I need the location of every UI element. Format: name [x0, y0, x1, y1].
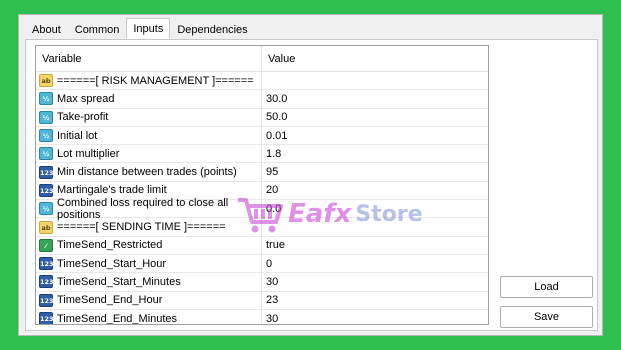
column-header-value[interactable]: Value [262, 46, 488, 71]
integer-icon: 123 [39, 183, 54, 197]
table-row[interactable]: 123 TimeSend_Start_Minutes 30 [36, 273, 488, 292]
integer-icon: 123 [39, 293, 54, 307]
integer-icon: 123 [39, 275, 54, 289]
variable-cell: ⁄ TimeSend_Restricted [36, 236, 262, 254]
value-cell[interactable]: 1.8 [262, 145, 488, 162]
variable-name: TimeSend_Start_Minutes [57, 275, 181, 288]
value-cell[interactable]: 23 [262, 292, 488, 309]
tab-about[interactable]: About [25, 20, 68, 39]
variable-cell: ½ Combined loss required to close all pos… [36, 197, 262, 221]
table-row[interactable]: 123 Min distance between trades (points) 9… [36, 163, 488, 182]
variable-cell: 123 TimeSend_Start_Hour [36, 254, 262, 273]
value-cell[interactable]: 50.0 [262, 109, 488, 126]
inputs-panel: Variable Value ab ======[ RISK MANAGEMENT… [25, 39, 598, 331]
table-row[interactable]: ⁄ TimeSend_Restricted true [36, 236, 488, 255]
variable-name: Lot multiplier [57, 147, 120, 160]
value-cell[interactable]: 30 [262, 310, 488, 325]
bool-icon: ⁄ [39, 238, 53, 252]
grid-rows: ab ======[ RISK MANAGEMENT ]====== ½ Max sp… [36, 72, 488, 325]
value-cell[interactable]: 30 [262, 273, 488, 290]
double-icon: ½ [39, 202, 53, 216]
variable-cell: 123 TimeSend_Start_Minutes [36, 273, 262, 291]
value-cell[interactable] [262, 72, 488, 89]
tab-inputs[interactable]: Inputs [126, 18, 171, 39]
table-row[interactable]: ab ======[ SENDING TIME ]====== [36, 218, 488, 237]
double-icon: ½ [39, 129, 53, 143]
value-cell[interactable]: 0.01 [262, 127, 488, 144]
column-header-variable[interactable]: Variable [36, 46, 262, 71]
variable-name: Combined loss required to close all posi… [57, 196, 229, 221]
variable-name: Take-profit [57, 111, 109, 124]
variable-cell: 123 TimeSend_End_Hour [36, 291, 262, 309]
ab-icon: ab [39, 220, 53, 234]
table-row[interactable]: ½ Take-profit 50.0 [36, 108, 488, 127]
variable-cell: 123 Min distance between trades (points) [36, 163, 262, 181]
value-cell[interactable]: 95 [262, 163, 488, 180]
table-row[interactable]: ½ Max spread 30.0 [36, 90, 488, 109]
variable-name: TimeSend_End_Minutes [57, 312, 178, 325]
load-button[interactable]: Load [500, 276, 593, 298]
variable-cell: ½ Initial lot [36, 126, 262, 145]
table-row[interactable]: ½ Initial lot 0.01 [36, 126, 488, 146]
value-cell[interactable]: 0.0 [262, 200, 488, 217]
inputs-grid: Variable Value ab ======[ RISK MANAGEMENT… [35, 45, 489, 325]
variable-name: Min distance between trades (points) [57, 166, 237, 179]
table-row[interactable]: ab ======[ RISK MANAGEMENT ]====== [36, 72, 488, 91]
tab-common[interactable]: Common [67, 20, 127, 39]
table-row[interactable]: ½ Lot multiplier 1.8 [36, 145, 488, 164]
tab-dependencies[interactable]: Dependencies [170, 20, 255, 39]
variable-name: ======[ SENDING TIME ]====== [57, 221, 226, 234]
grid-header: Variable Value [36, 46, 488, 72]
properties-dialog: About Common Inputs Dependencies Variabl… [18, 14, 603, 336]
variable-name: TimeSend_Start_Hour [57, 257, 167, 270]
variable-cell: ab ======[ RISK MANAGEMENT ]====== [36, 72, 262, 90]
save-button[interactable]: Save [500, 306, 593, 328]
value-cell[interactable]: 20 [262, 182, 488, 199]
variable-cell: ½ Take-profit [36, 108, 262, 126]
integer-icon: 123 [39, 257, 54, 271]
double-icon: ½ [39, 147, 53, 161]
double-icon: ½ [39, 92, 53, 106]
variable-name: Max spread [57, 92, 115, 105]
variable-cell: ½ Max spread [36, 90, 262, 108]
value-cell[interactable]: true [262, 237, 488, 254]
table-row[interactable]: 123 TimeSend_Start_Hour 0 [36, 254, 488, 274]
variable-cell: ab ======[ SENDING TIME ]====== [36, 218, 262, 236]
double-icon: ½ [39, 110, 53, 124]
integer-icon: 123 [39, 312, 54, 324]
variable-name: TimeSend_Restricted [57, 239, 163, 252]
variable-cell: 123 TimeSend_End_Minutes [36, 309, 262, 325]
value-cell[interactable]: 30.0 [262, 90, 488, 107]
integer-icon: 123 [39, 165, 54, 179]
value-cell[interactable] [262, 218, 488, 235]
variable-name: ======[ RISK MANAGEMENT ]====== [57, 74, 254, 87]
variable-cell: ½ Lot multiplier [36, 145, 262, 163]
table-row[interactable]: 123 TimeSend_End_Hour 23 [36, 291, 488, 310]
table-row[interactable]: 123 TimeSend_End_Minutes 30 [36, 309, 488, 325]
ab-icon: ab [39, 74, 53, 88]
value-cell[interactable]: 0 [262, 255, 488, 272]
tab-bar: About Common Inputs Dependencies [25, 18, 255, 40]
variable-name: Martingale's trade limit [57, 184, 167, 197]
variable-name: Initial lot [57, 129, 98, 142]
variable-name: TimeSend_End_Hour [57, 294, 163, 307]
table-row[interactable]: ½ Combined loss required to close all pos… [36, 197, 488, 221]
